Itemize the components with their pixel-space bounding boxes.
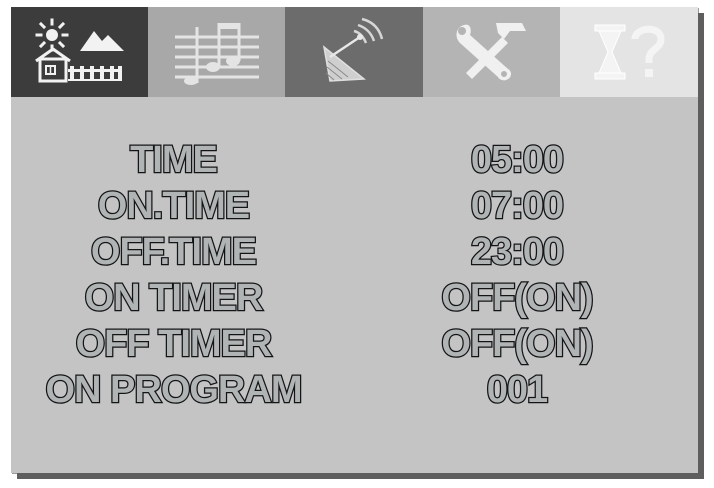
- setting-value: 07:00: [470, 183, 566, 228]
- hourglass-help-icon: [594, 24, 665, 80]
- setting-row-time[interactable]: TIME 05:00: [11, 137, 698, 183]
- setting-label: OFF TIMER: [74, 321, 273, 366]
- setting-row-on-time[interactable]: ON.TIME 07:00: [11, 183, 698, 229]
- tab-antenna[interactable]: [285, 7, 423, 97]
- setting-label: ON TIMER: [83, 275, 264, 320]
- setting-row-off-timer[interactable]: OFF TIMER OFF(ON): [11, 321, 698, 367]
- tab-tools[interactable]: [423, 7, 560, 97]
- timer-settings-list: TIME 05:00 ON.TIME 07:00 OFF.TIME 23:00 …: [11, 137, 698, 413]
- menu-tab-bar: [11, 7, 698, 97]
- menu-screen: TIME 05:00 ON.TIME 07:00 OFF.TIME 23:00 …: [11, 7, 698, 473]
- setting-value: 05:00: [470, 137, 566, 182]
- setting-value: 23:00: [470, 229, 566, 274]
- tools-icon: [456, 23, 526, 81]
- setting-label: OFF.TIME: [90, 229, 259, 274]
- setting-label: ON.TIME: [97, 183, 252, 228]
- setting-value: OFF(ON): [440, 275, 595, 320]
- tab-help[interactable]: [560, 7, 698, 97]
- setting-value: 001: [486, 367, 550, 412]
- setting-row-off-time[interactable]: OFF.TIME 23:00: [11, 229, 698, 275]
- tab-music[interactable]: [148, 7, 285, 97]
- tab-home[interactable]: [11, 7, 148, 97]
- setting-label: TIME: [129, 137, 219, 182]
- setting-value: OFF(ON): [440, 321, 595, 366]
- setting-row-on-timer[interactable]: ON TIMER OFF(ON): [11, 275, 698, 321]
- setting-row-on-program[interactable]: ON PROGRAM 001: [11, 367, 698, 413]
- satellite-dish-icon: [322, 17, 384, 82]
- setting-label: ON PROGRAM: [44, 367, 303, 412]
- music-notes-icon: [174, 23, 259, 85]
- house-sun-icon: [34, 18, 124, 83]
